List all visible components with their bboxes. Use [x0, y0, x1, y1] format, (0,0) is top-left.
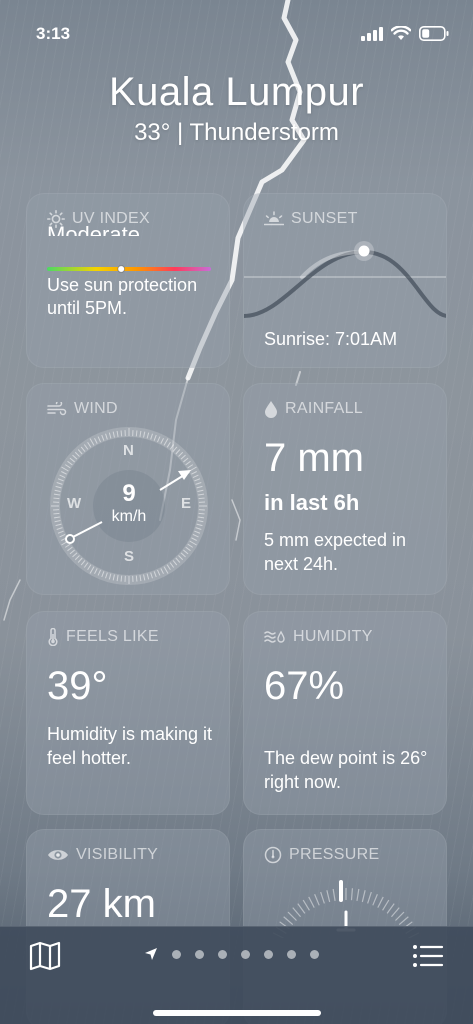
feels-like-value: 39°: [47, 664, 108, 708]
page-dot[interactable]: [241, 949, 250, 959]
compass-north: N: [123, 442, 134, 459]
feels-like-header: FEELS LIKE: [47, 628, 159, 646]
map-icon[interactable]: [28, 941, 62, 971]
pressure-header: PRESSURE: [264, 846, 379, 864]
uv-level: Moderate: [47, 222, 140, 236]
thermometer-icon: [48, 628, 58, 646]
page-dot[interactable]: [218, 949, 227, 959]
page-dot[interactable]: [172, 949, 181, 959]
page-dot[interactable]: [287, 949, 296, 959]
raindrop-icon: [265, 401, 277, 418]
list-icon[interactable]: [412, 943, 444, 969]
pressure-title: PRESSURE: [289, 846, 380, 863]
wind-header: WIND: [47, 400, 118, 418]
home-indicator[interactable]: [153, 1010, 321, 1016]
page-dot[interactable]: [310, 949, 319, 959]
uv-index-card[interactable]: UV INDEX Moderate Use sun protection unt…: [26, 193, 230, 368]
weather-summary: 33° | Thunderstorm: [134, 119, 339, 146]
signal-icon: [361, 26, 383, 41]
compass-east: E: [181, 495, 192, 512]
rainfall-card[interactable]: RAINFALL 7 mm in last 6h 5 mm expected i…: [243, 383, 447, 595]
compass-west: W: [67, 495, 82, 512]
gauge-icon: [264, 846, 282, 864]
rainfall-forecast: 5 mm expected in next 24h.: [264, 530, 407, 574]
rainfall-title: RAINFALL: [285, 400, 363, 417]
sunset-icon: [264, 211, 284, 226]
rainfall-header: RAINFALL: [264, 400, 363, 418]
feels-like-title: FEELS LIKE: [66, 628, 159, 645]
wind-icon: [47, 402, 67, 416]
page-dot[interactable]: [264, 949, 273, 959]
uv-description: Use sun protection until 5PM.: [47, 275, 198, 318]
humidity-header: HUMIDITY: [264, 628, 373, 646]
wind-unit: km/h: [111, 508, 147, 525]
status-time: 3:13: [36, 24, 71, 43]
sunrise-time: Sunrise: 7:01AM: [264, 329, 398, 349]
humidity-description: The dew point is 26° right now.: [264, 748, 428, 792]
visibility-value: 27 km: [47, 882, 156, 926]
wind-speed: 9: [122, 480, 136, 507]
sun-path-graph: [244, 241, 446, 318]
page-dot[interactable]: [195, 949, 204, 959]
uv-scale-bar: [47, 265, 211, 273]
humidity-title: HUMIDITY: [293, 628, 373, 645]
page-indicator[interactable]: [144, 947, 319, 961]
rainfall-amount: 7 mm: [264, 436, 364, 480]
status-icons: [361, 26, 449, 41]
city-name: Kuala Lumpur: [108, 70, 365, 114]
eye-icon: [48, 850, 68, 860]
sunset-card[interactable]: SUNSET Sunrise: 7:01AM: [243, 193, 447, 368]
wind-card[interactable]: WIND N E S W 9 km/h: [26, 383, 230, 595]
status-bar: 3:13: [0, 0, 473, 50]
humidity-icon: [264, 630, 285, 643]
visibility-title: VISIBILITY: [76, 846, 159, 863]
location-arrow-icon[interactable]: [144, 947, 158, 961]
feels-like-description: Humidity is making it feel hotter.: [47, 724, 213, 768]
location-header: Kuala Lumpur 33° | Thunderstorm: [0, 70, 473, 147]
wind-title: WIND: [74, 400, 118, 417]
humidity-card[interactable]: HUMIDITY 67% The dew point is 26° right …: [243, 611, 447, 815]
battery-icon: [419, 26, 449, 41]
bottom-toolbar: [0, 926, 473, 1024]
feels-like-card[interactable]: FEELS LIKE 39° Humidity is making it fee…: [26, 611, 230, 815]
rainfall-period: in last 6h: [264, 490, 360, 515]
humidity-value: 67%: [264, 664, 345, 708]
wifi-icon: [391, 26, 411, 40]
sunset-header: SUNSET: [264, 210, 358, 228]
sunset-title: SUNSET: [291, 210, 358, 227]
compass-south: S: [124, 548, 135, 565]
visibility-header: VISIBILITY: [47, 846, 158, 864]
